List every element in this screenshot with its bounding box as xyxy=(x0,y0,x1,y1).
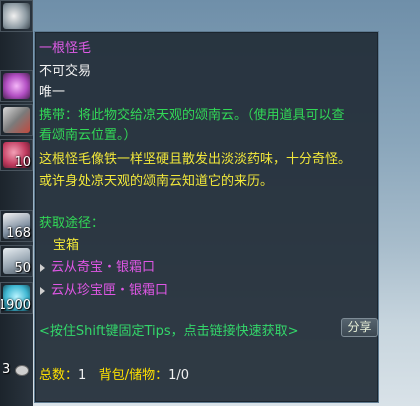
inventory-slot-crystal[interactable] xyxy=(0,70,33,102)
share-button[interactable]: 分享 xyxy=(341,318,378,337)
inventory-slot-scroll[interactable] xyxy=(0,104,33,136)
shift-hint: <按住Shift键固定Tips，点击链接快速获取> xyxy=(39,324,299,339)
item-count: 10 xyxy=(14,155,31,170)
source-link-label: 云从奇宝・银霜口 xyxy=(51,260,156,275)
inventory-slot-ore[interactable]: 50 xyxy=(0,245,33,277)
item-count: 168 xyxy=(6,226,31,241)
item-count: 1900 xyxy=(0,298,31,313)
coin-icon xyxy=(15,365,29,376)
item-count: 50 xyxy=(14,261,31,276)
carry-line-1: 携带：将此物交给凉天观的颂南云。（使用道具可以查 xyxy=(39,108,345,123)
total-row: 总数：1 背包/储物：1/0 xyxy=(39,368,189,384)
source-link-2[interactable]: 云从珍宝匣・银霜口 xyxy=(39,283,168,299)
description-line-1: 这根怪毛像铁一样坚硬且散发出淡淡药味，十分奇怪。 xyxy=(39,152,352,167)
inventory-slot-potion[interactable]: 10 xyxy=(0,139,33,171)
item-count: 3 xyxy=(2,362,11,377)
item-tooltip: 一根怪毛 不可交易 唯一 携带：将此物交给凉天观的颂南云。（使用道具可以查 看颂… xyxy=(34,31,379,403)
arrow-right-icon xyxy=(40,264,45,272)
trade-status: 不可交易 xyxy=(39,64,92,79)
total-label: 总数： xyxy=(39,368,79,383)
total-value: 1 xyxy=(78,368,87,383)
source-title: 获取途径： xyxy=(39,216,105,231)
bag-value: 1/0 xyxy=(168,368,190,383)
crystal-icon xyxy=(3,73,30,99)
inventory-slot-gem[interactable]: 1900 xyxy=(0,282,33,314)
source-link-1[interactable]: 云从奇宝・银霜口 xyxy=(39,260,155,276)
source-link-label: 云从珍宝匣・银霜口 xyxy=(51,283,169,298)
bag-label: 背包/储物： xyxy=(98,368,169,383)
arrow-right-icon xyxy=(40,287,45,295)
item-name: 一根怪毛 xyxy=(39,41,92,56)
source-category: 宝箱 xyxy=(53,238,80,253)
scroll-icon xyxy=(3,107,30,133)
carry-line-2: 看颂南云位置。） xyxy=(39,128,137,143)
inventory-slot-feather[interactable] xyxy=(0,0,33,32)
inventory-strip: 10 168 50 1900 3 xyxy=(0,0,33,406)
feather-icon xyxy=(3,3,30,29)
inventory-slot-material[interactable]: 168 xyxy=(0,210,33,242)
unique-flag: 唯一 xyxy=(39,85,66,100)
description-line-2: 或许身处凉天观的颂南云知道它的来历。 xyxy=(39,174,274,189)
